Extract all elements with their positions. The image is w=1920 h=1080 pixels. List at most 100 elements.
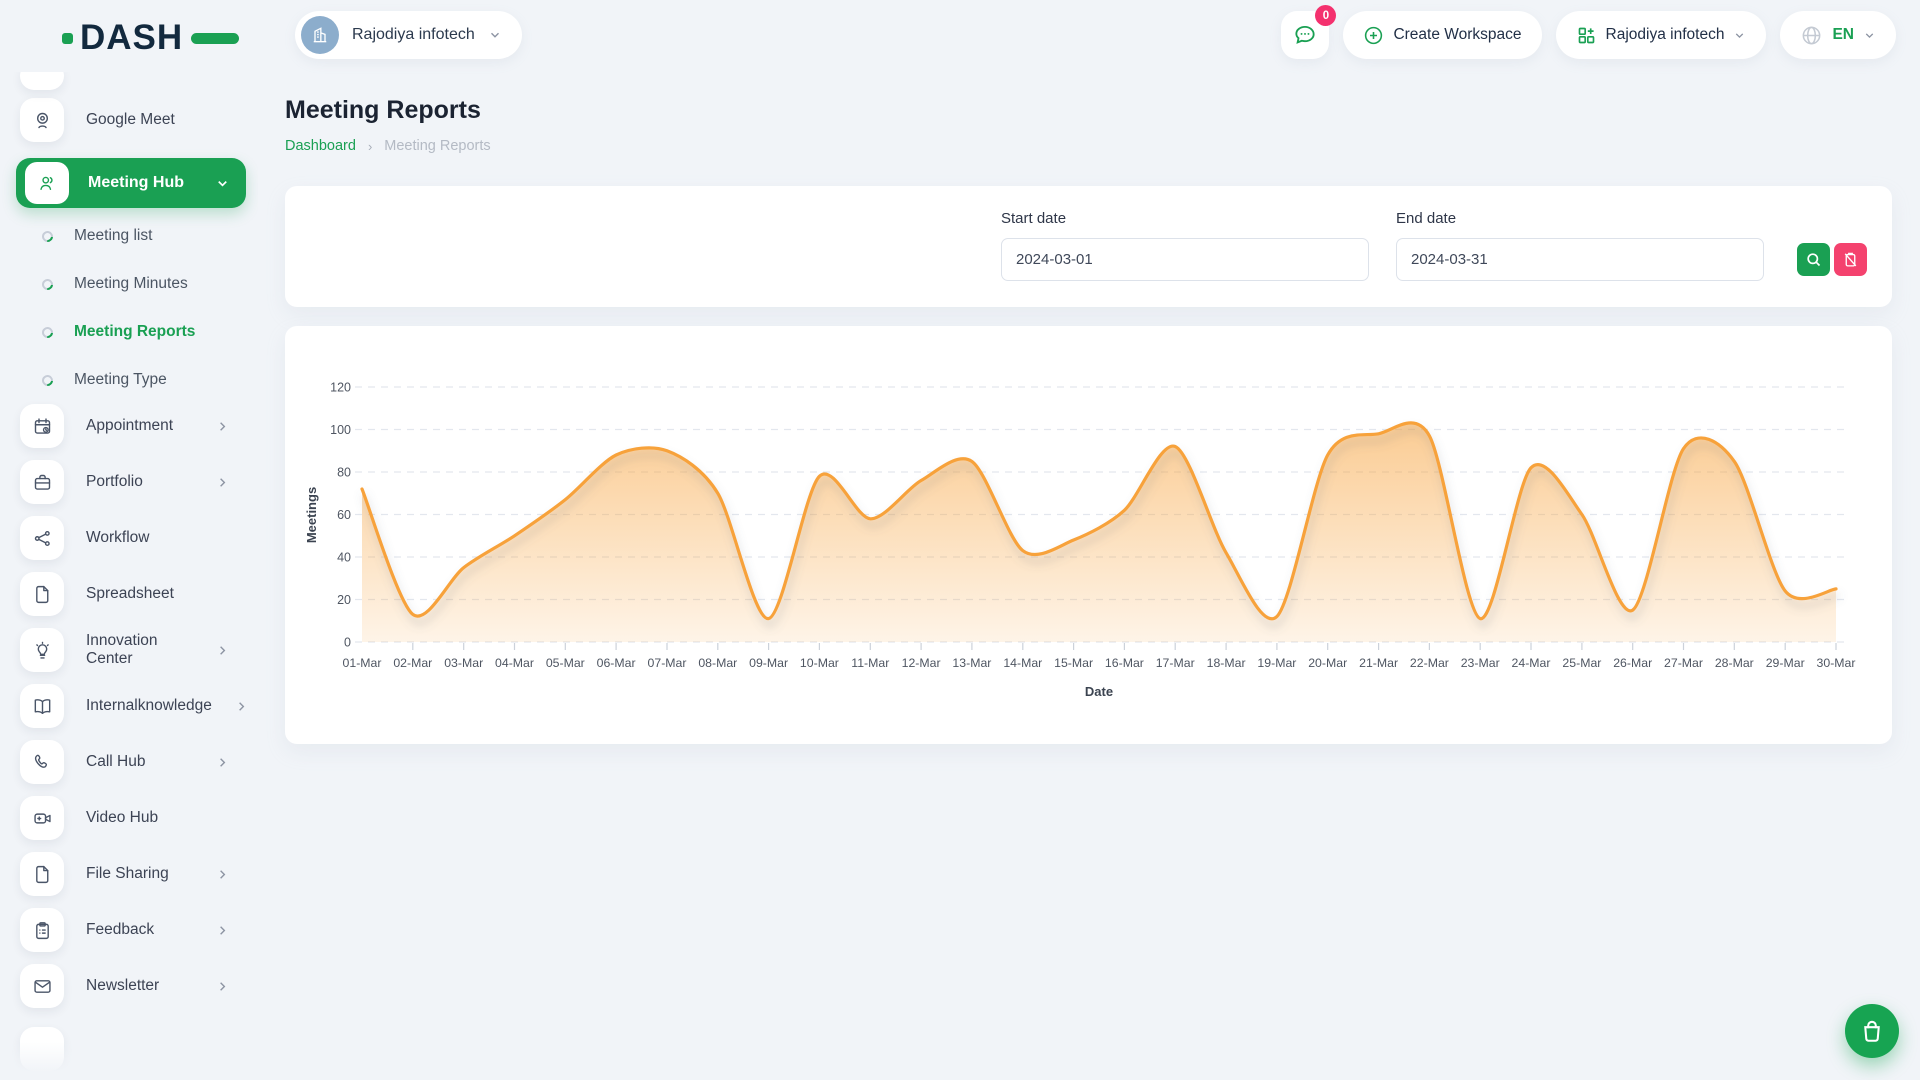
- svg-text:27-Mar: 27-Mar: [1664, 656, 1703, 670]
- svg-text:07-Mar: 07-Mar: [648, 656, 687, 670]
- breadcrumb-separator: ›: [368, 139, 372, 154]
- svg-text:28-Mar: 28-Mar: [1715, 656, 1754, 670]
- breadcrumb-dashboard-link[interactable]: Dashboard: [285, 138, 356, 154]
- svg-text:03-Mar: 03-Mar: [444, 656, 483, 670]
- svg-text:120: 120: [330, 381, 351, 395]
- svg-text:02-Mar: 02-Mar: [393, 656, 432, 670]
- sidebar-item-label: Google Meet: [86, 111, 175, 129]
- sidebar-item-label: File Sharing: [86, 865, 169, 883]
- sidebar-subitem-meeting-type[interactable]: Meeting Type: [0, 356, 258, 404]
- sidebar-subitem-meeting-minutes[interactable]: Meeting Minutes: [0, 260, 258, 308]
- svg-text:04-Mar: 04-Mar: [495, 656, 534, 670]
- expand-chevron: [215, 755, 230, 770]
- chevron-right-icon: [215, 475, 230, 490]
- svg-text:80: 80: [337, 466, 351, 480]
- submenu-label: Meeting Type: [74, 371, 167, 389]
- svg-text:24-Mar: 24-Mar: [1512, 656, 1551, 670]
- svg-text:25-Mar: 25-Mar: [1562, 656, 1601, 670]
- chevron-down-icon: [488, 28, 502, 42]
- expand-chevron: [234, 699, 249, 714]
- svg-text:08-Mar: 08-Mar: [698, 656, 737, 670]
- svg-text:22-Mar: 22-Mar: [1410, 656, 1449, 670]
- sidebar-item-spreadsheet[interactable]: Spreadsheet: [0, 572, 258, 616]
- svg-text:Date: Date: [1085, 684, 1113, 699]
- svg-text:29-Mar: 29-Mar: [1766, 656, 1805, 670]
- sidebar-item-label: Meeting Hub: [88, 174, 184, 192]
- sidebar-item-label: Video Hub: [86, 809, 158, 827]
- sidebar-item-label: Appointment: [86, 417, 173, 435]
- sidebar-partial-item-bottom: [20, 1027, 64, 1071]
- meeting-hub-submenu: Meeting listMeeting MinutesMeeting Repor…: [0, 212, 258, 404]
- sidebar-item-meeting-hub[interactable]: Meeting Hub: [16, 158, 246, 208]
- apply-filter-button[interactable]: [1797, 243, 1830, 276]
- svg-text:19-Mar: 19-Mar: [1257, 656, 1296, 670]
- brand-logo[interactable]: DASH: [62, 18, 239, 58]
- svg-text:06-Mar: 06-Mar: [597, 656, 636, 670]
- expand-chevron: [215, 643, 230, 658]
- sidebar-item-workflow[interactable]: Workflow: [0, 516, 258, 560]
- sidebar-item-call-hub[interactable]: Call Hub: [0, 740, 258, 784]
- svg-text:Meetings: Meetings: [304, 487, 319, 543]
- clipboard-slash-icon: [1842, 251, 1859, 268]
- svg-text:15-Mar: 15-Mar: [1054, 656, 1093, 670]
- expand-chevron: [215, 475, 230, 490]
- svg-text:05-Mar: 05-Mar: [546, 656, 585, 670]
- sidebar-item-label: Call Hub: [86, 753, 145, 771]
- create-workspace-label: Create Workspace: [1393, 26, 1521, 44]
- sidebar-item-portfolio[interactable]: Portfolio: [0, 460, 258, 504]
- sidebar-item-innovation-center[interactable]: Innovation Center: [0, 628, 258, 672]
- sidebar-item-file-sharing[interactable]: File Sharing: [0, 852, 258, 896]
- sidebar-item-newsletter[interactable]: Newsletter: [0, 964, 258, 1008]
- book-icon: [20, 684, 64, 728]
- clipboard-icon: [20, 908, 64, 952]
- language-dropdown[interactable]: EN: [1780, 11, 1896, 59]
- end-date-input[interactable]: [1396, 238, 1764, 281]
- sidebar-item-google-meet[interactable]: Google Meet: [0, 98, 258, 142]
- svg-text:40: 40: [337, 551, 351, 565]
- plus-circle-icon: [1363, 25, 1384, 46]
- svg-text:11-Mar: 11-Mar: [851, 656, 889, 670]
- create-workspace-button[interactable]: Create Workspace: [1343, 11, 1541, 59]
- svg-text:13-Mar: 13-Mar: [952, 656, 991, 670]
- submenu-bullet-icon: [40, 276, 55, 291]
- phone-icon: [20, 740, 64, 784]
- svg-text:20: 20: [337, 593, 351, 607]
- date-filter-card: Start date End date: [285, 186, 1892, 307]
- expand-chevron: [215, 176, 230, 191]
- shopping-bag-icon: [1859, 1018, 1885, 1044]
- sidebar-item-feedback[interactable]: Feedback: [0, 908, 258, 952]
- svg-text:30-Mar: 30-Mar: [1817, 656, 1856, 670]
- svg-text:14-Mar: 14-Mar: [1003, 656, 1042, 670]
- submenu-bullet-icon: [40, 228, 55, 243]
- sidebar-item-video-hub[interactable]: Video Hub: [0, 796, 258, 840]
- sidebar-item-label: Workflow: [86, 529, 149, 547]
- calendar-icon: [20, 404, 64, 448]
- start-date-input[interactable]: [1001, 238, 1369, 281]
- reset-filter-button[interactable]: [1834, 243, 1867, 276]
- breadcrumb: Dashboard › Meeting Reports: [285, 138, 491, 154]
- sidebar-subitem-meeting-reports[interactable]: Meeting Reports: [0, 308, 258, 356]
- sidebar-subitem-meeting-list[interactable]: Meeting list: [0, 212, 258, 260]
- page-title: Meeting Reports: [285, 96, 481, 125]
- logo-dot-icon: [62, 33, 73, 44]
- sidebar: Google MeetMeeting HubMeeting listMeetin…: [0, 72, 258, 1080]
- current-workspace-pill[interactable]: Rajodiya infotech: [295, 11, 522, 59]
- workspace-switcher-dropdown[interactable]: Rajodiya infotech: [1556, 11, 1767, 59]
- svg-text:60: 60: [337, 508, 351, 522]
- messages-button[interactable]: 0: [1281, 11, 1329, 59]
- sidebar-item-internalknowledge[interactable]: Internalknowledge: [0, 684, 258, 728]
- sidebar-item-appointment[interactable]: Appointment: [0, 404, 258, 448]
- end-date-label: End date: [1396, 210, 1456, 227]
- sidebar-item-label: Portfolio: [86, 473, 143, 491]
- chevron-right-icon: [215, 419, 230, 434]
- users-icon: [25, 162, 69, 204]
- svg-text:10-Mar: 10-Mar: [800, 656, 839, 670]
- svg-text:0: 0: [344, 636, 351, 650]
- svg-text:17-Mar: 17-Mar: [1156, 656, 1195, 670]
- file-icon: [20, 852, 64, 896]
- sidebar-item-label: Newsletter: [86, 977, 159, 995]
- sidebar-item-label: Innovation Center: [86, 632, 193, 668]
- grid-plus-icon: [1576, 25, 1597, 46]
- store-fab-button[interactable]: [1845, 1004, 1899, 1058]
- globe-icon: [1800, 24, 1823, 47]
